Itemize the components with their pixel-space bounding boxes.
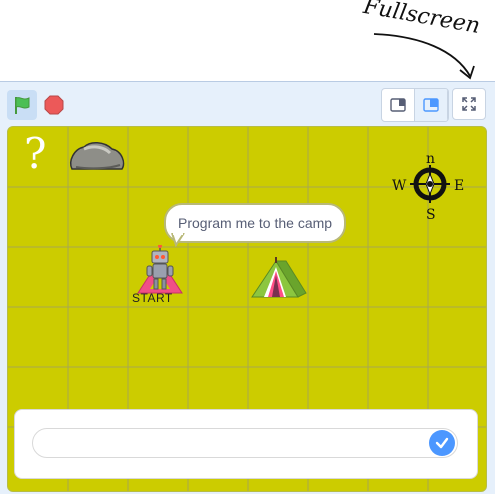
compass-north: n (426, 151, 435, 167)
stop-icon (44, 95, 64, 115)
rock-sprite[interactable] (68, 139, 126, 173)
compass-west: W (392, 178, 407, 194)
start-label: START (132, 291, 173, 305)
submit-answer-button[interactable] (429, 430, 455, 456)
answer-input[interactable] (32, 428, 458, 458)
tent-sprite[interactable] (248, 257, 308, 301)
answer-panel (14, 409, 478, 479)
compass-south: S (426, 207, 436, 223)
compass-sprite[interactable]: n W E S (390, 149, 470, 227)
compass-east: E (454, 178, 464, 194)
small-stage-icon (390, 98, 406, 112)
green-flag-icon (15, 97, 30, 114)
stage[interactable]: ? n W E S Program me to the camp START (7, 126, 487, 492)
green-flag-button[interactable] (7, 90, 37, 120)
fullscreen-button[interactable] (452, 88, 486, 120)
annotation-arrow (373, 33, 475, 80)
stage-size-toggle (381, 88, 449, 122)
question-mark-sprite[interactable]: ? (24, 133, 47, 175)
speech-bubble: Program me to the camp (164, 203, 347, 243)
checkmark-icon (435, 437, 449, 449)
fullscreen-icon (462, 97, 476, 111)
normal-stage-icon (423, 98, 439, 112)
stop-button[interactable] (43, 94, 65, 116)
normal-stage-button[interactable] (415, 89, 448, 121)
stage-toolbar (0, 81, 495, 126)
stage-frame: ? n W E S Program me to the camp START (0, 126, 495, 494)
small-stage-button[interactable] (382, 89, 415, 121)
